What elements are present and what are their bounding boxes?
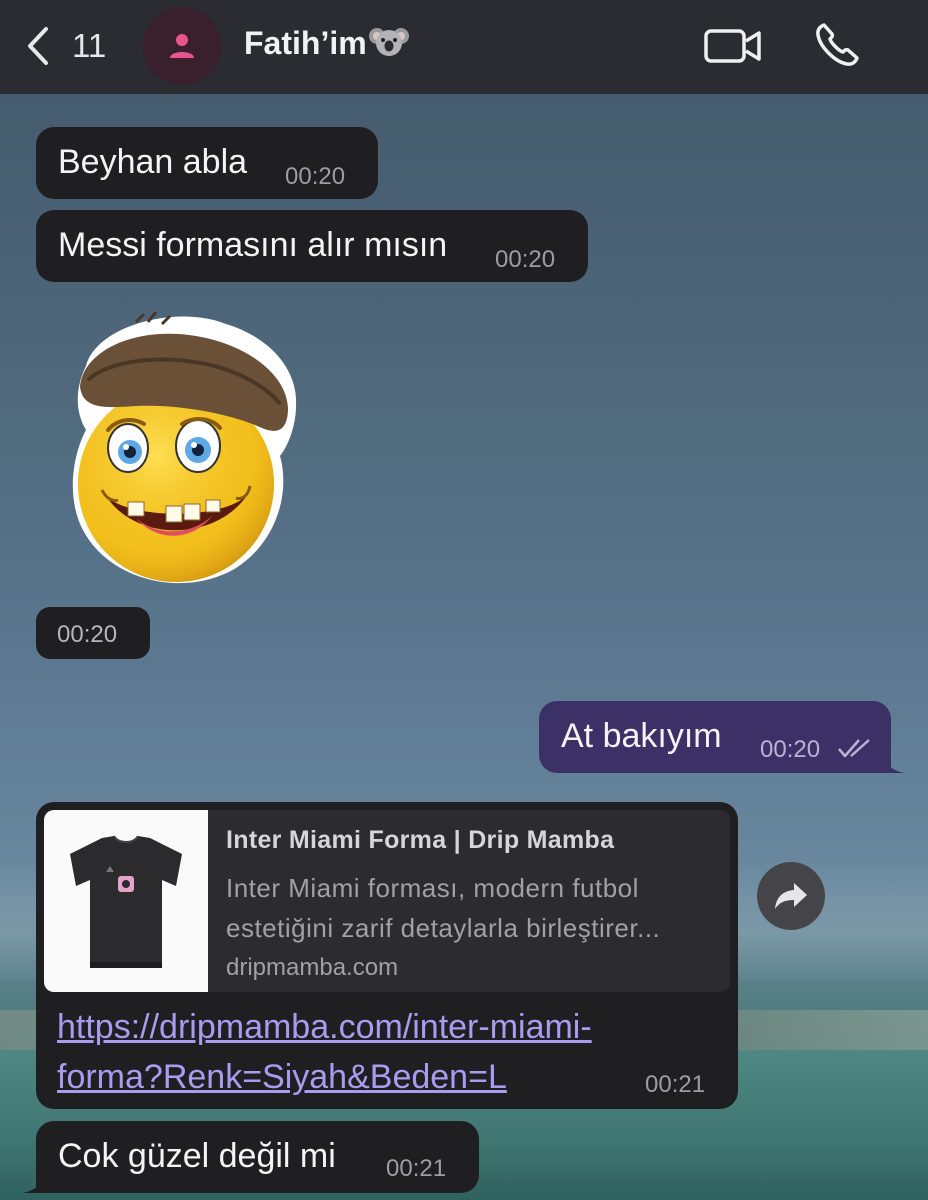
- link-preview-description: Inter Miami forması, modern futbol estet…: [226, 868, 716, 948]
- forward-button[interactable]: [757, 862, 825, 930]
- chevron-left-icon: [28, 27, 48, 65]
- message-link[interactable]: https://dripmamba.com/inter-miami- forma…: [57, 1002, 592, 1102]
- message-text: At bakıyım: [561, 717, 722, 755]
- bubble-tail: [22, 1173, 46, 1193]
- back-button[interactable]: 11: [24, 22, 106, 70]
- message-bubble-incoming[interactable]: Messi formasını alır mısın 00:20: [36, 210, 588, 282]
- koala-emoji-icon: [368, 28, 409, 56]
- message-bubble-outgoing[interactable]: At bakıyım 00:20: [539, 701, 905, 773]
- link-preview-description-line: Inter Miami forması, modern futbol: [226, 873, 639, 903]
- forward-arrow-icon: [775, 883, 807, 909]
- link-preview-title: Inter Miami Forma | Drip Mamba: [226, 826, 615, 854]
- bubble-tail: [881, 753, 905, 773]
- video-call-icon[interactable]: [703, 24, 763, 68]
- message-text: Messi formasını alır mısın: [58, 226, 448, 264]
- message-link-line: https://dripmamba.com/inter-miami-: [57, 1008, 592, 1046]
- sticker-timestamp: 00:20: [36, 607, 150, 659]
- link-preview-domain: dripmamba.com: [226, 954, 399, 981]
- link-preview-image: [44, 810, 208, 992]
- message-time: 00:21: [386, 1155, 447, 1182]
- person-icon: [170, 34, 194, 58]
- read-double-check-icon: [838, 739, 870, 758]
- smiley-with-cap-sticker[interactable]: [66, 306, 306, 592]
- message-time: 00:20: [285, 163, 346, 190]
- avatar[interactable]: [143, 7, 221, 85]
- message-link-line: forma?Renk=Siyah&Beden=L: [57, 1058, 507, 1096]
- message-text: Beyhan abla: [58, 143, 248, 181]
- message-time: 00:21: [645, 1071, 706, 1098]
- message-time: 00:20: [760, 736, 821, 763]
- unread-count: 11: [72, 27, 107, 64]
- link-preview-description-line: estetiğini zarif detaylarla birleştirer.…: [226, 913, 661, 943]
- message-text: Cok güzel değil mi: [58, 1137, 336, 1175]
- message-time: 00:20: [495, 246, 556, 273]
- black-jersey-thumbnail: [70, 835, 182, 968]
- message-bubble-link[interactable]: Inter Miami Forma | Drip Mamba Inter Mia…: [36, 802, 738, 1109]
- message-bubble-incoming[interactable]: Beyhan abla 00:20: [36, 127, 378, 199]
- chat-header: 11 Fatih’im: [0, 0, 928, 94]
- link-preview-card[interactable]: Inter Miami Forma | Drip Mamba Inter Mia…: [44, 810, 730, 992]
- contact-name-text: Fatih’im: [244, 25, 367, 61]
- message-bubble-incoming[interactable]: Cok güzel değil mi 00:21: [22, 1121, 479, 1193]
- phone-call-icon[interactable]: [812, 20, 862, 70]
- contact-name[interactable]: Fatih’im: [244, 24, 409, 62]
- message-time: 00:20: [57, 621, 118, 648]
